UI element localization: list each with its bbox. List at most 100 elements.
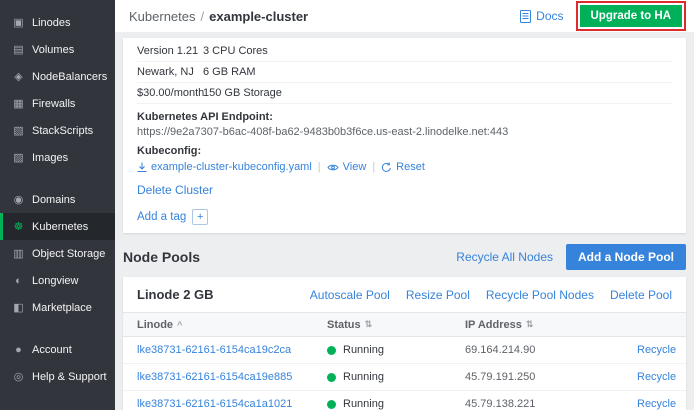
app-window: ▣ Linodes ▤ Volumes ◈ NodeBalancers ▦ Fi… [0,0,694,410]
node-pools-header: Node Pools Recycle All Nodes Add a Node … [123,244,686,270]
sidebar-item-label: Marketplace [32,302,92,314]
sidebar-item-firewalls[interactable]: ▦ Firewalls [0,90,115,117]
sidebar-item-label: Help & Support [32,371,107,383]
cluster-version: Version 1.21 [137,45,203,57]
node-link[interactable]: lke38731-62161-6154ca19e885 [137,371,292,383]
sidebar-item-images[interactable]: ▨ Images [0,144,115,171]
kubeconfig-label: Kubeconfig: [137,145,672,157]
breadcrumb: Kubernetes/example-cluster [129,9,308,24]
main-area: Kubernetes/example-cluster Docs Upgrade … [115,0,694,410]
page-content: Version 1.21 3 CPU Cores Newark, NJ 6 GB… [115,32,694,410]
cluster-region: Newark, NJ [137,66,203,78]
recycle-node-link[interactable]: Recycle [637,371,676,383]
page-header: Kubernetes/example-cluster Docs Upgrade … [115,0,694,32]
node-action-cell: Recycle [623,344,690,356]
sort-asc-icon: ^ [177,320,182,330]
column-header-ip[interactable]: IP Address ⇅ [451,319,623,331]
resize-pool-link[interactable]: Resize Pool [406,288,470,302]
node-link[interactable]: lke38731-62161-6154ca19c2ca [137,344,291,356]
node-ip-cell: 69.164.214.90 [451,344,623,356]
node-action-cell: Recycle [623,398,690,410]
sort-icon: ⇅ [365,319,373,330]
target-highlight-box: Upgrade to HA [576,1,687,31]
stackscripts-icon: ▧ [12,124,25,137]
linodes-icon: ▣ [12,16,25,29]
sidebar-item-help-support[interactable]: ◎ Help & Support [0,363,115,390]
kubeconfig-actions: example-cluster-kubeconfig.yaml | View | [137,161,672,173]
upgrade-to-ha-button[interactable]: Upgrade to HA [580,5,683,27]
column-header-status[interactable]: Status ⇅ [313,319,451,331]
recycle-node-link[interactable]: Recycle [637,398,676,410]
eye-icon [327,163,339,172]
nodebalancers-icon: ◈ [12,70,25,83]
docs-link[interactable]: Docs [520,9,563,23]
firewalls-icon: ▦ [12,97,25,110]
sidebar-item-nodebalancers[interactable]: ◈ NodeBalancers [0,63,115,90]
sidebar-item-kubernetes[interactable]: ☸ Kubernetes [0,213,115,240]
separator: | [372,161,375,173]
breadcrumb-separator: / [201,9,205,24]
delete-cluster-link[interactable]: Delete Cluster [137,183,213,197]
docs-icon [520,10,531,23]
sidebar-item-volumes[interactable]: ▤ Volumes [0,36,115,63]
kubeconfig-reset-link[interactable]: Reset [381,161,425,173]
recycle-pool-nodes-link[interactable]: Recycle Pool Nodes [486,288,594,302]
cluster-cpu: 3 CPU Cores [203,45,268,57]
node-status-cell: Running [313,344,451,356]
sidebar-item-label: Object Storage [32,248,105,260]
kubeconfig-view-link[interactable]: View [327,161,367,173]
table-row: lke38731-62161-6154ca1a1021 Running 45.7… [123,391,686,410]
api-endpoint-label: Kubernetes API Endpoint: [137,111,672,123]
kubeconfig-filename: example-cluster-kubeconfig.yaml [151,161,312,173]
kubeconfig-download-link[interactable]: example-cluster-kubeconfig.yaml [137,161,312,173]
domains-icon: ◉ [12,193,25,206]
autoscale-pool-link[interactable]: Autoscale Pool [310,288,390,302]
longview-icon: ◐ [12,275,25,287]
images-icon: ▨ [12,151,25,164]
pool-action-links: Autoscale Pool Resize Pool Recycle Pool … [310,288,672,302]
pool-card: Linode 2 GB Autoscale Pool Resize Pool R… [123,277,686,410]
recycle-all-nodes-link[interactable]: Recycle All Nodes [456,250,553,264]
sidebar: ▣ Linodes ▤ Volumes ◈ NodeBalancers ▦ Fi… [0,0,115,410]
add-node-pool-button[interactable]: Add a Node Pool [566,244,686,270]
sidebar-item-longview[interactable]: ◐ Longview [0,267,115,294]
recycle-node-link[interactable]: Recycle [637,344,676,356]
sidebar-item-marketplace[interactable]: ◧ Marketplace [0,294,115,321]
node-name-cell: lke38731-62161-6154ca19e885 [123,371,313,383]
header-actions: Docs Upgrade to HA [520,1,686,31]
sidebar-item-linodes[interactable]: ▣ Linodes [0,9,115,36]
marketplace-icon: ◧ [12,301,25,314]
sort-icon: ⇅ [526,319,534,330]
node-action-cell: Recycle [623,371,690,383]
download-icon [137,162,147,173]
account-icon: ● [12,344,25,356]
spec-row: $30.00/month 150 GB Storage [137,83,672,104]
column-label: Status [327,319,361,331]
status-running-dot [327,400,336,409]
pool-name: Linode 2 GB [137,287,214,302]
sidebar-item-label: Longview [32,275,78,287]
view-label: View [343,161,367,173]
cluster-summary-card: Version 1.21 3 CPU Cores Newark, NJ 6 GB… [123,38,686,233]
add-tag-label: Add a tag [137,211,186,223]
delete-pool-link[interactable]: Delete Pool [610,288,672,302]
cluster-storage: 150 GB Storage [203,87,282,99]
sidebar-item-stackscripts[interactable]: ▧ StackScripts [0,117,115,144]
sidebar-item-label: Kubernetes [32,221,88,233]
column-header-linode[interactable]: Linode ^ [123,319,313,331]
sidebar-item-label: NodeBalancers [32,71,107,83]
docs-label: Docs [536,9,563,23]
sidebar-item-account[interactable]: ● Account [0,336,115,363]
node-link[interactable]: lke38731-62161-6154ca1a1021 [137,398,292,410]
sidebar-item-domains[interactable]: ◉ Domains [0,186,115,213]
breadcrumb-kubernetes-link[interactable]: Kubernetes [129,9,196,24]
status-running-dot [327,346,336,355]
status-label: Running [343,344,384,356]
status-running-dot [327,373,336,382]
sidebar-item-label: Images [32,152,68,164]
sidebar-item-object-storage[interactable]: ▥ Object Storage [0,240,115,267]
add-tag-button[interactable]: Add a tag + [137,209,208,225]
node-pools-title: Node Pools [123,249,200,265]
separator: | [318,161,321,173]
node-status-cell: Running [313,371,451,383]
